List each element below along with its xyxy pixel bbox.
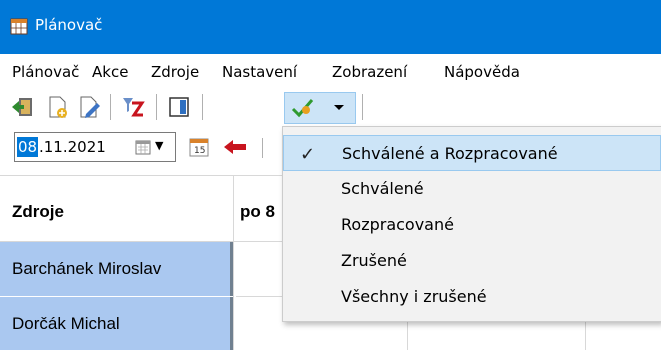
toolbar-separator (110, 94, 111, 120)
svg-text:15: 15 (194, 146, 205, 156)
toolbar-separator (202, 94, 203, 120)
dropdown-item-label: Zrušené (341, 251, 407, 270)
dropdown-item-label: Schválené a Rozpracované (342, 144, 558, 163)
edit-document-icon[interactable] (76, 94, 102, 120)
exit-icon[interactable] (10, 94, 36, 120)
menu-bar: Plánovač Akce Zdroje Nastavení Zobrazení… (0, 60, 661, 86)
date-rest[interactable]: .11.2021 (39, 138, 106, 156)
resource-row[interactable]: Barchánek Miroslav (0, 242, 233, 296)
resources-header: Zdroje (12, 202, 64, 221)
menu-napoveda[interactable]: Nápověda (444, 63, 520, 81)
day-header: po 8 (240, 202, 275, 221)
dropdown-item-label: Rozpracované (341, 215, 454, 234)
resource-name: Barchánek Miroslav (12, 259, 162, 278)
filter-z-icon[interactable] (120, 94, 146, 120)
today-calendar-icon[interactable]: 15 (188, 136, 210, 158)
toolbar-separator (262, 138, 263, 158)
main-toolbar (0, 88, 661, 126)
menu-zobrazeni[interactable]: Zobrazení (332, 63, 407, 81)
toolbar-separator (156, 94, 157, 120)
date-dropdown-arrow-icon[interactable]: ▼ (155, 139, 163, 152)
resource-row[interactable]: Dorčák Michal (0, 297, 233, 350)
title-bar: Plánovač (0, 0, 661, 54)
calendar-picker-icon[interactable] (135, 139, 151, 155)
layout-panel-icon[interactable] (166, 94, 192, 120)
toolbar-separator (362, 94, 363, 120)
dropdown-item-all-including-cancelled[interactable]: Všechny i zrušené (283, 279, 661, 315)
previous-arrow-icon[interactable] (222, 136, 248, 158)
menu-zdroje[interactable]: Zdroje (151, 63, 199, 81)
approval-filter-dropdown: ✓ Schválené a Rozpracované Schválené Roz… (282, 126, 661, 322)
calendar-app-icon (10, 18, 28, 35)
resource-name: Dorčák Michal (12, 314, 120, 333)
checkmark-icon: ✓ (300, 144, 316, 165)
menu-planovac[interactable]: Plánovač (12, 63, 79, 81)
date-picker[interactable]: 08 .11.2021 ▼ (14, 132, 176, 162)
window-title: Plánovač (35, 16, 103, 34)
menu-nastaveni[interactable]: Nastavení (222, 63, 297, 81)
approve-filter-icon[interactable] (290, 94, 316, 120)
dropdown-item-in-progress[interactable]: Rozpracované (283, 207, 661, 243)
dropdown-item-approved[interactable]: Schválené (283, 171, 661, 207)
dropdown-arrow-icon[interactable] (326, 94, 352, 120)
dropdown-item-label: Všechny i zrušené (341, 287, 487, 306)
menu-akce[interactable]: Akce (92, 63, 128, 81)
dropdown-item-label: Schválené (341, 179, 424, 198)
dropdown-item-approved-and-in-progress[interactable]: ✓ Schválené a Rozpracované (283, 135, 661, 171)
grid-line (233, 175, 234, 350)
date-day-selected[interactable]: 08 (17, 137, 39, 157)
new-document-icon[interactable] (44, 94, 70, 120)
dropdown-item-cancelled[interactable]: Zrušené (283, 243, 661, 279)
